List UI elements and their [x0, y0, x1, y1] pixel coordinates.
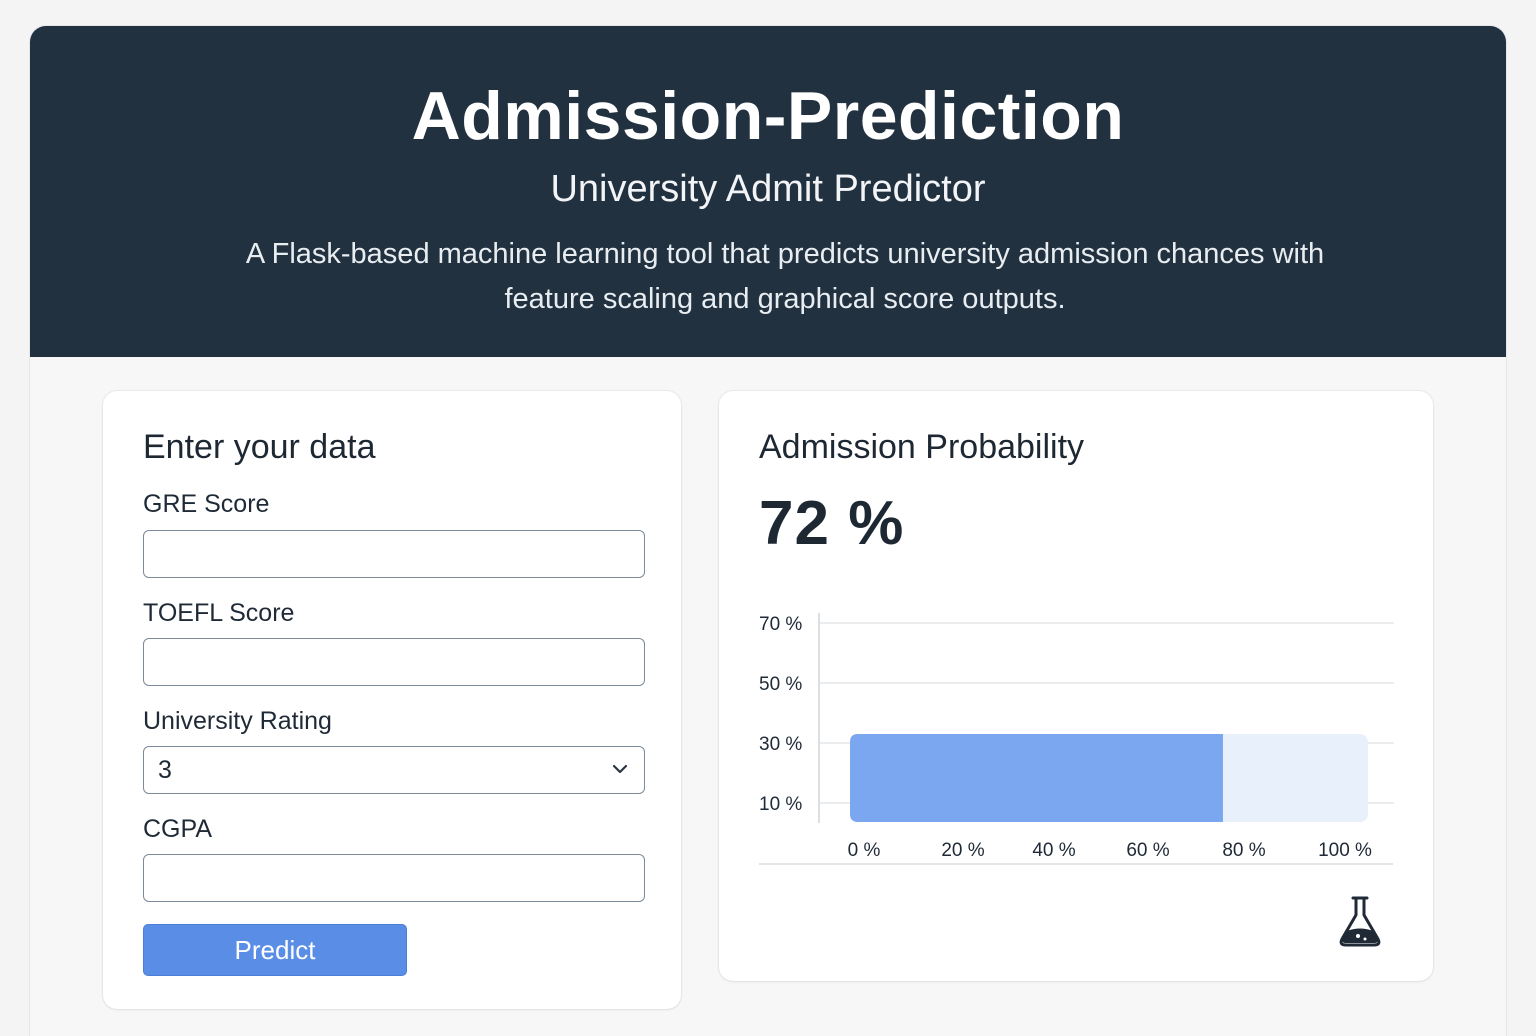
page-description: A Flask-based machine learning tool that… — [245, 238, 1325, 315]
app-window: Admission-Prediction University Admit Pr… — [30, 26, 1506, 1036]
cgpa-input[interactable] — [144, 855, 644, 901]
x-tick-label: 100 % — [1318, 840, 1372, 861]
gre-score-label: GRE Score — [143, 490, 270, 518]
gre-score-input[interactable] — [144, 531, 644, 577]
x-tick-label: 40 % — [1032, 840, 1075, 861]
toefl-score-input[interactable] — [144, 639, 644, 685]
gre-score-field-wrapper — [143, 530, 645, 578]
probability-value: 72 % — [759, 489, 905, 558]
result-title: Admission Probability — [759, 428, 1085, 466]
x-tick-label: 60 % — [1126, 840, 1169, 861]
probability-chart: 70 % 50 % 30 % 10 % 0 % 20 % 40 % 60 % 80 % 100 % — [759, 613, 1394, 861]
x-tick-label: 0 % — [848, 840, 881, 861]
chevron-down-icon — [612, 764, 628, 774]
flask-icon — [1339, 896, 1381, 947]
cgpa-field-wrapper — [143, 854, 645, 902]
y-tick-label: 50 % — [759, 674, 802, 695]
university-rating-label: University Rating — [143, 707, 332, 735]
divider — [759, 863, 1393, 865]
result-card: Admission Probability 72 % 70 % 50 % 30 % 1… — [719, 391, 1433, 981]
university-rating-select[interactable]: 3 — [143, 746, 645, 794]
input-form-card: Enter your data GRE Score TOEFL Score Un… — [103, 391, 681, 1009]
x-tick-label: 20 % — [941, 840, 984, 861]
page-subtitle: University Admit Predictor — [550, 168, 986, 210]
predict-button[interactable]: Predict — [143, 924, 407, 976]
probability-bar — [850, 734, 1223, 822]
form-title: Enter your data — [143, 428, 376, 466]
toefl-score-label: TOEFL Score — [143, 599, 295, 627]
y-tick-label: 30 % — [759, 734, 802, 755]
cgpa-label: CGPA — [143, 815, 212, 843]
x-tick-label: 80 % — [1222, 840, 1265, 861]
y-tick-label: 70 % — [759, 614, 802, 635]
university-rating-value: 3 — [158, 756, 172, 784]
y-tick-label: 10 % — [759, 794, 802, 815]
page-title: Admission-Prediction — [411, 78, 1125, 154]
toefl-score-field-wrapper — [143, 638, 645, 686]
hero-header: Admission-Prediction University Admit Pr… — [30, 26, 1506, 357]
